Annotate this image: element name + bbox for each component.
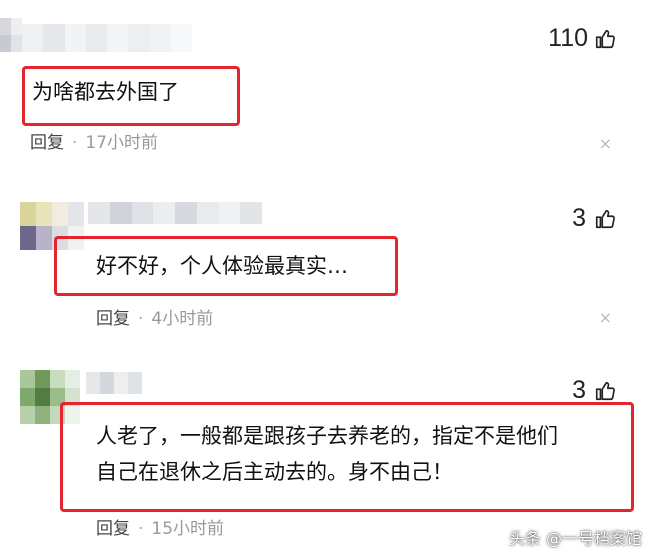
comment-meta: 回复 · 17小时前 — [30, 128, 158, 153]
like-button[interactable]: 110 — [548, 24, 616, 53]
comment-text-line-2: 自己在退休之后主动去的。身不由己！ — [96, 460, 453, 484]
thumbs-up-icon — [595, 29, 615, 48]
thumbs-up-icon — [595, 381, 615, 400]
close-icon[interactable]: × — [599, 134, 612, 153]
reply-button[interactable]: 回复 — [30, 133, 64, 153]
watermark: 头条 @一号档案馆 — [508, 529, 642, 548]
like-button[interactable]: 3 — [572, 376, 616, 405]
comment-meta: 回复 · 15小时前 — [96, 514, 224, 539]
timestamp: 17小时前 — [85, 133, 159, 153]
thumbs-up-icon — [595, 209, 615, 228]
timestamp: 4小时前 — [151, 309, 214, 329]
like-button[interactable]: 3 — [572, 204, 616, 233]
reply-button[interactable]: 回复 — [96, 309, 130, 329]
username-blurred — [88, 202, 262, 224]
username-blurred — [86, 372, 142, 394]
reply-button[interactable]: 回复 — [96, 519, 130, 539]
separator-dot: · — [72, 133, 78, 153]
like-count: 110 — [548, 24, 588, 52]
comment-text: 好不好，个人体验最真实… — [96, 254, 348, 278]
timestamp: 15小时前 — [151, 519, 225, 539]
like-count: 3 — [572, 204, 586, 232]
comment-meta: 回复 · 4小时前 — [96, 304, 213, 329]
username-blurred — [22, 24, 192, 52]
separator-dot: · — [138, 309, 144, 329]
comment-text-line-1: 人老了，一般都是跟孩子去养老的，指定不是他们 — [96, 424, 558, 448]
comment-text: 为啥都去外国了 — [32, 80, 179, 104]
separator-dot: · — [138, 519, 144, 539]
avatar — [0, 18, 22, 52]
like-count: 3 — [572, 376, 586, 404]
close-icon[interactable]: × — [599, 308, 612, 327]
